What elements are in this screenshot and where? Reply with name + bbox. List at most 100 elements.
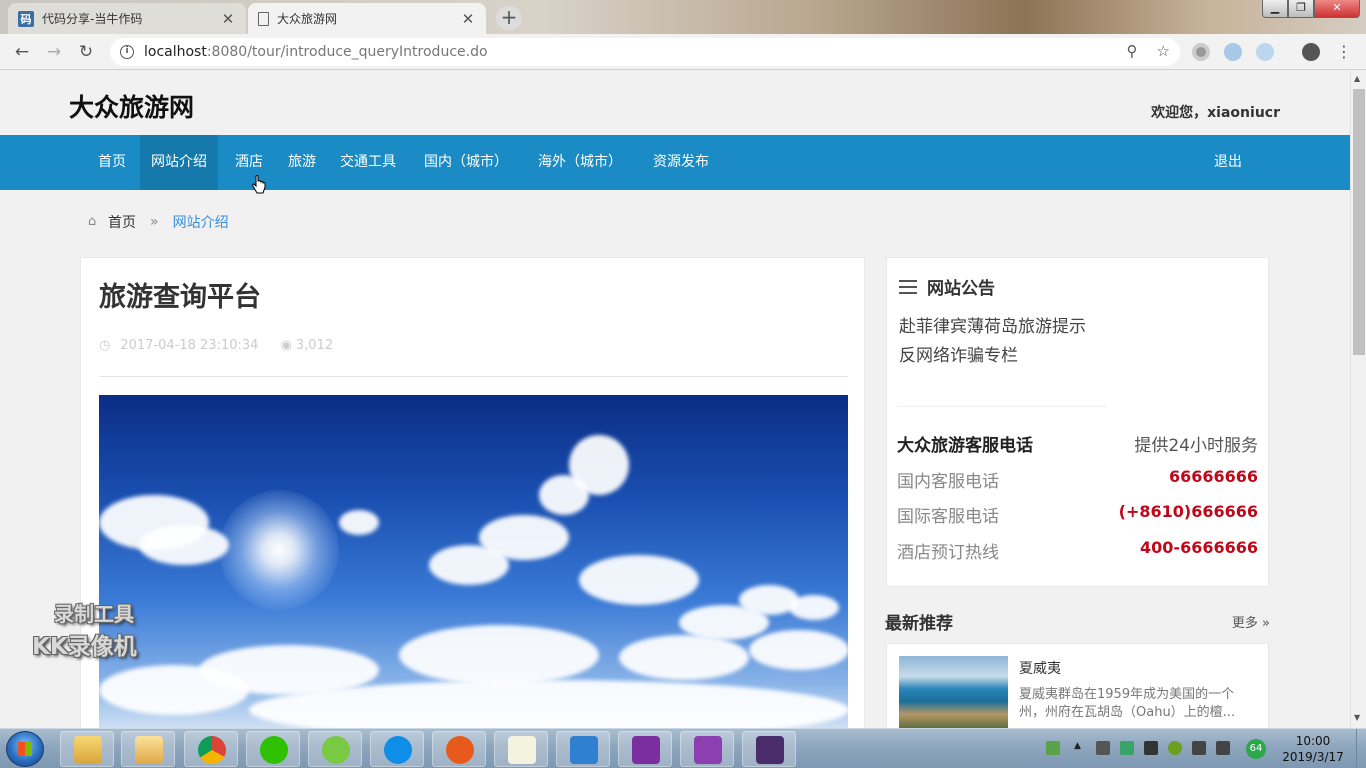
bookmark-star-icon[interactable]: ☆ xyxy=(1157,42,1170,60)
article-date: 2017-04-18 23:10:34 xyxy=(120,338,259,353)
recorder-icon xyxy=(446,736,474,764)
page-viewport: 大众旅游网 欢迎您，xiaoniucr 首页 网站介绍 酒店 旅游 交通工具 国… xyxy=(0,71,1350,728)
breadcrumb: ⌂ 首页 » 网站介绍 xyxy=(88,212,229,232)
page-scrollbar[interactable]: ▲ ▼ xyxy=(1350,71,1366,728)
service-label: 酒店预订热线 xyxy=(897,543,999,563)
new-tab-button[interactable]: + xyxy=(496,6,522,30)
tab-title: 代码分享-当牛作码 xyxy=(42,12,143,26)
teamviewer-icon xyxy=(384,736,412,764)
taskbar-onenote-clip[interactable] xyxy=(680,731,734,767)
tray-green-icon[interactable] xyxy=(1168,741,1182,755)
url-host: localhost xyxy=(144,44,207,60)
site-info-icon[interactable]: i xyxy=(120,45,134,59)
scrollbar-thumb[interactable] xyxy=(1353,89,1365,355)
tab-code-share[interactable]: 码 代码分享-当牛作码 ✕ xyxy=(8,3,246,34)
taskbar-onenote[interactable] xyxy=(618,731,672,767)
taskbar-file-explorer[interactable] xyxy=(60,731,114,767)
service-subtitle: 提供24小时服务 xyxy=(1134,436,1258,456)
notepad-icon xyxy=(508,736,536,764)
article-panel: 旅游查询平台 ◷ 2017-04-18 23:10:34 ◉ 3,012 xyxy=(80,257,865,728)
avatar-app-icon xyxy=(135,736,163,764)
maximize-icon[interactable]: ❐ xyxy=(1288,0,1314,18)
address-bar[interactable]: i localhost:8080/tour/introduce_queryInt… xyxy=(110,38,1180,66)
page-favicon-icon xyxy=(258,11,269,26)
scroll-up-icon[interactable]: ▲ xyxy=(1354,74,1360,83)
hawaii-thumbnail[interactable] xyxy=(899,656,1008,728)
tab-close-icon[interactable]: ✕ xyxy=(460,10,476,28)
system-clock[interactable]: 10:00 2019/3/17 xyxy=(1278,733,1348,765)
nav-hotel[interactable]: 酒店 xyxy=(224,135,274,190)
wps-icon xyxy=(570,736,598,764)
tab-close-icon[interactable]: ✕ xyxy=(220,10,236,28)
reload-icon[interactable]: ↻ xyxy=(76,42,96,62)
divider xyxy=(99,376,848,377)
scroll-down-icon[interactable]: ▼ xyxy=(1354,713,1360,722)
service-row-hotel: 酒店预订热线 400-6666666 xyxy=(897,538,1258,563)
breadcrumb-current[interactable]: 网站介绍 xyxy=(173,212,229,232)
taskbar-app-avatar[interactable] xyxy=(121,731,175,767)
clock-time: 10:00 xyxy=(1295,734,1331,748)
zoom-icon[interactable]: ⚲ xyxy=(1126,42,1137,60)
divider xyxy=(897,406,1107,407)
service-phone: 400-6666666 xyxy=(1140,538,1258,557)
onenote-icon xyxy=(632,736,660,764)
nav-introduce[interactable]: 网站介绍 xyxy=(140,135,218,190)
menu-kebab-icon[interactable]: ⋮ xyxy=(1334,42,1354,62)
nav-travel[interactable]: 旅游 xyxy=(277,135,327,190)
tray-app-icon[interactable] xyxy=(1096,741,1110,755)
tray-shield-icon[interactable] xyxy=(1120,741,1134,755)
breadcrumb-home[interactable]: 首页 xyxy=(108,212,136,232)
cpu-badge[interactable]: 64 xyxy=(1246,739,1266,759)
list-icon xyxy=(899,279,917,294)
onenote-clip-icon xyxy=(694,736,722,764)
browser-tab-strip: 码 代码分享-当牛作码 ✕ 大众旅游网 ✕ + ▁ ❐ ✕ xyxy=(0,0,1366,34)
forward-icon[interactable]: → xyxy=(44,42,64,62)
profile-avatar-icon[interactable] xyxy=(1302,43,1320,61)
clock-icon: ◷ xyxy=(99,338,111,353)
logout-link[interactable]: 退出 xyxy=(1203,135,1253,190)
signal-icon[interactable] xyxy=(1144,741,1158,755)
extension-cloud2-icon[interactable] xyxy=(1256,43,1274,61)
leaf-app-icon xyxy=(322,736,350,764)
recommend-card[interactable]: 夏威夷 夏威夷群岛在1959年成为美国的一个州，州府在瓦胡岛（Oahu）上的檀.… xyxy=(886,643,1269,728)
taskbar-notepad[interactable] xyxy=(494,731,548,767)
service-row-international: 国际客服电话 (+8610)666666 xyxy=(897,502,1258,527)
extension-cloud-icon[interactable] xyxy=(1224,43,1242,61)
taskbar-chrome[interactable] xyxy=(184,731,238,767)
start-button-icon[interactable] xyxy=(6,731,44,767)
back-icon[interactable]: ← xyxy=(12,42,32,62)
nav-transport[interactable]: 交通工具 xyxy=(329,135,407,190)
tab-tour-site[interactable]: 大众旅游网 ✕ xyxy=(248,3,486,34)
tray-expand-icon[interactable]: ▲ xyxy=(1074,741,1088,755)
recommend-item-name[interactable]: 夏威夷 xyxy=(1019,658,1061,678)
nav-home[interactable]: 首页 xyxy=(87,135,137,190)
recommend-item-desc: 夏威夷群岛在1959年成为美国的一个州，州府在瓦胡岛（Oahu）上的檀... xyxy=(1019,687,1236,720)
volume-icon[interactable] xyxy=(1192,741,1206,755)
site-header: 大众旅游网 欢迎您，xiaoniucr xyxy=(0,71,1350,135)
watermark-line1: 录制工具 xyxy=(54,602,134,626)
main-navbar: 首页 网站介绍 酒店 旅游 交通工具 国内（城市） 海外（城市） 资源发布 退出 xyxy=(0,135,1350,190)
taskbar-javaee-ide[interactable] xyxy=(742,731,796,767)
nav-overseas-city[interactable]: 海外（城市） xyxy=(527,135,633,190)
taskbar-wps[interactable] xyxy=(556,731,610,767)
nav-domestic-city[interactable]: 国内（城市） xyxy=(413,135,519,190)
extension-record-icon[interactable] xyxy=(1192,43,1210,61)
notice-item[interactable]: 赴菲律宾薄荷岛旅游提示 xyxy=(899,312,1086,337)
windows-taskbar: ▲ 64 10:00 2019/3/17 xyxy=(0,728,1366,768)
network-icon[interactable] xyxy=(1216,741,1230,755)
show-desktop-button[interactable] xyxy=(1356,729,1366,768)
notice-item[interactable]: 反网络诈骗专栏 xyxy=(899,341,1018,366)
taskbar-recorder[interactable] xyxy=(432,731,486,767)
service-row-domestic: 国内客服电话 66666666 xyxy=(897,467,1258,492)
taskbar-teamviewer[interactable] xyxy=(370,731,424,767)
site-logo[interactable]: 大众旅游网 xyxy=(69,88,194,124)
nav-publish[interactable]: 资源发布 xyxy=(642,135,720,190)
taskbar-green-app[interactable] xyxy=(308,731,362,767)
close-icon[interactable]: ✕ xyxy=(1314,0,1360,18)
minimize-icon[interactable]: ▁ xyxy=(1262,0,1288,18)
service-phone: 66666666 xyxy=(1168,467,1258,486)
code-share-favicon-icon: 码 xyxy=(18,10,34,27)
recommend-more-link[interactable]: 更多 » xyxy=(1232,612,1270,631)
taskbar-wechat[interactable] xyxy=(246,731,300,767)
battery-icon[interactable] xyxy=(1046,741,1060,755)
